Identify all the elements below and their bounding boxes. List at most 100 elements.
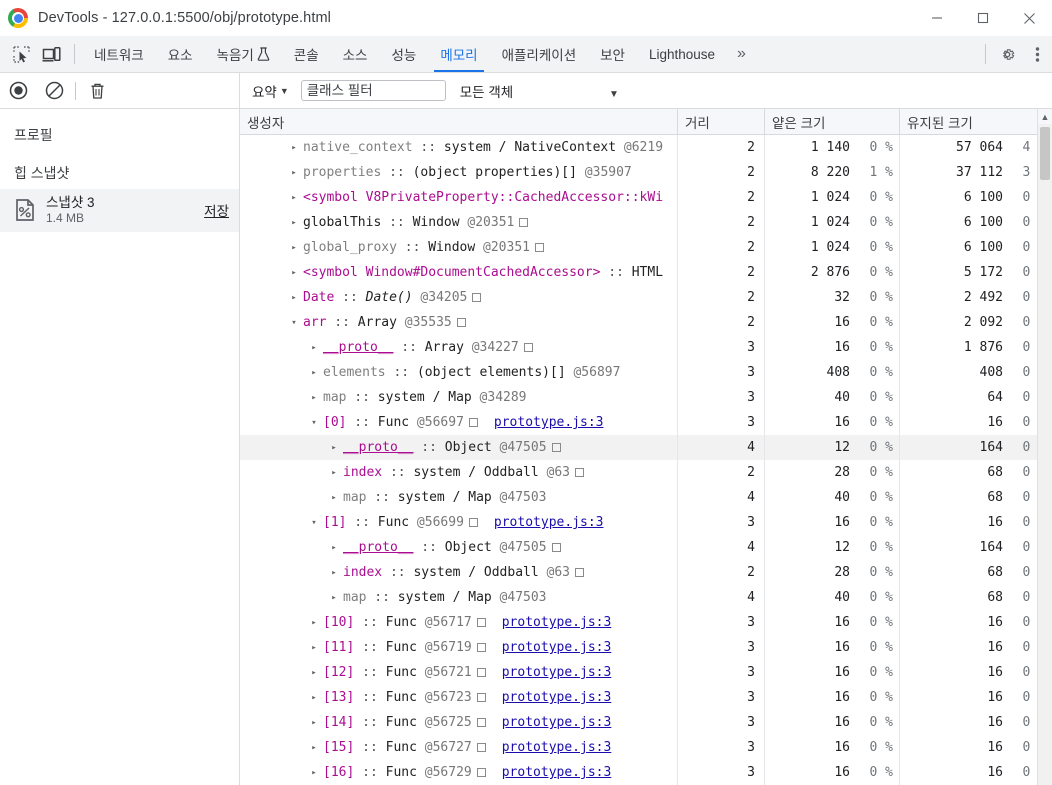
table-row[interactable]: ▸ globalThis :: Window @20351 2 1 024 0 % 6 1… <box>240 210 1052 235</box>
tab-elements[interactable]: 요소 <box>156 36 205 72</box>
tab-memory[interactable]: 메모리 <box>428 36 489 72</box>
vertical-scrollbar[interactable]: ▲ <box>1037 109 1052 785</box>
table-row[interactable]: ▸ __proto__ :: Array @34227 3 16 0 % 1 876 0 % <box>240 335 1052 360</box>
source-link[interactable]: prototype.js:3 <box>502 765 612 780</box>
table-row[interactable]: ▾ arr :: Array @35535 2 16 0 % 2 092 0 % <box>240 310 1052 335</box>
table-row[interactable]: ▸ [16] :: Func @56729 prototype.js:3 3 16 0 %… <box>240 760 1052 785</box>
table-row[interactable]: ▾ [1] :: Func @56699 prototype.js:3 3 16 0 % 1… <box>240 510 1052 535</box>
expand-collapse-icon-closed[interactable]: ▸ <box>328 443 340 453</box>
tab-application[interactable]: 애플리케이션 <box>490 36 589 72</box>
column-header-retained-size[interactable]: 유지된 크기 ▼ <box>900 109 1052 134</box>
expand-collapse-icon-closed[interactable]: ▸ <box>288 168 300 178</box>
table-row[interactable]: ▸ __proto__ :: Object @47505 4 12 0 % 164 0 % <box>240 535 1052 560</box>
expand-collapse-icon-closed[interactable]: ▸ <box>308 393 320 403</box>
expand-collapse-icon-open[interactable]: ▾ <box>308 418 320 428</box>
table-row[interactable]: ▾ [0] :: Func @56697 prototype.js:3 3 16 0 % 1… <box>240 410 1052 435</box>
table-row[interactable]: ▸ index :: system / Oddball @63 2 28 0 % 68 0 … <box>240 560 1052 585</box>
source-link[interactable]: prototype.js:3 <box>502 690 612 705</box>
tab-network[interactable]: 네트워크 <box>82 36 156 72</box>
expand-collapse-icon-closed[interactable]: ▸ <box>308 643 320 653</box>
more-tabs-icon[interactable]: » <box>727 36 752 72</box>
expand-collapse-icon-closed[interactable]: ▸ <box>328 543 340 553</box>
shallow-size-value: 2 876 <box>810 265 850 280</box>
property-name: map <box>323 390 347 405</box>
expand-collapse-icon-closed[interactable]: ▸ <box>288 243 300 253</box>
table-row[interactable]: ▸ [11] :: Func @56719 prototype.js:3 3 16 0 %… <box>240 635 1052 660</box>
table-row[interactable]: ▸ [10] :: Func @56717 prototype.js:3 3 16 0 %… <box>240 610 1052 635</box>
tab-sources[interactable]: 소스 <box>331 36 380 72</box>
record-icon[interactable] <box>0 73 36 109</box>
expand-collapse-icon-closed[interactable]: ▸ <box>308 368 320 378</box>
source-link[interactable]: prototype.js:3 <box>502 715 612 730</box>
table-row[interactable]: ▸ global_proxy :: Window @20351 2 1 024 0 % 6… <box>240 235 1052 260</box>
table-row[interactable]: ▸ [13] :: Func @56723 prototype.js:3 3 16 0 %… <box>240 685 1052 710</box>
expand-collapse-icon-closed[interactable]: ▸ <box>308 693 320 703</box>
table-row[interactable]: ▸ native_context :: system / NativeContex… <box>240 135 1052 160</box>
scrollbar-thumb[interactable] <box>1040 127 1050 180</box>
view-mode-dropdown[interactable]: 요약 ▼ <box>252 81 289 101</box>
maximize-icon[interactable] <box>960 0 1006 36</box>
table-row[interactable]: ▸ properties :: (object properties)[] @35… <box>240 160 1052 185</box>
table-row[interactable]: ▸ __proto__ :: Object @47505 4 12 0 % 164 0 % <box>240 435 1052 460</box>
tab-lighthouse[interactable]: Lighthouse <box>637 36 727 72</box>
expand-collapse-icon-closed[interactable]: ▸ <box>308 718 320 728</box>
expand-collapse-icon-closed[interactable]: ▸ <box>308 618 320 628</box>
expand-collapse-icon-closed[interactable]: ▸ <box>288 293 300 303</box>
expand-collapse-icon-closed[interactable]: ▸ <box>328 568 340 578</box>
table-row[interactable]: ▸ <symbol V8PrivateProperty::CachedAccess… <box>240 185 1052 210</box>
table-row[interactable]: ▸ Date :: Date() @34205 2 32 0 % 2 492 0 % <box>240 285 1052 310</box>
source-link[interactable]: prototype.js:3 <box>494 415 604 430</box>
expand-collapse-icon-closed[interactable]: ▸ <box>288 143 300 153</box>
sidebar-item-snapshot-3[interactable]: 스냅샷 3 1.4 MB 저장 <box>0 189 239 232</box>
source-link[interactable]: prototype.js:3 <box>502 640 612 655</box>
expand-collapse-icon-open[interactable]: ▾ <box>288 318 300 328</box>
table-row[interactable]: ▸ elements :: (object elements)[] @56897 3… <box>240 360 1052 385</box>
source-link[interactable]: prototype.js:3 <box>502 740 612 755</box>
table-row[interactable]: ▸ index :: system / Oddball @63 2 28 0 % 68 0 … <box>240 460 1052 485</box>
expand-collapse-icon-closed[interactable]: ▸ <box>328 468 340 478</box>
tab-console[interactable]: 콘솔 <box>282 36 331 72</box>
tab-security[interactable]: 보안 <box>588 36 637 72</box>
expand-collapse-icon-open[interactable]: ▾ <box>308 518 320 528</box>
source-link[interactable]: prototype.js:3 <box>502 615 612 630</box>
snapshot-save-link[interactable]: 저장 <box>204 200 229 220</box>
stop-clear-icon[interactable] <box>36 73 72 109</box>
inspect-element-icon[interactable] <box>6 36 36 72</box>
table-row[interactable]: ▸ map :: system / Map @34289 3 40 0 % 64 0 % <box>240 385 1052 410</box>
expand-collapse-icon-closed[interactable]: ▸ <box>288 218 300 228</box>
table-row[interactable]: ▸ [14] :: Func @56725 prototype.js:3 3 16 0 %… <box>240 710 1052 735</box>
object-scope-dropdown[interactable]: 모든 객체 ▼ <box>460 81 619 101</box>
expand-collapse-icon-closed[interactable]: ▸ <box>308 668 320 678</box>
close-icon[interactable] <box>1006 0 1052 36</box>
expand-collapse-icon-closed[interactable]: ▸ <box>328 493 340 503</box>
trash-icon[interactable] <box>79 73 115 109</box>
table-row[interactable]: ▸ map :: system / Map @47503 4 40 0 % 68 0 % <box>240 485 1052 510</box>
expand-collapse-icon-closed[interactable]: ▸ <box>308 343 320 353</box>
column-header-shallow-size[interactable]: 얕은 크기 <box>765 109 900 134</box>
tab-performance[interactable]: 성능 <box>379 36 428 72</box>
cell-shallow-size: 32 0 % <box>765 285 900 310</box>
column-header-distance[interactable]: 거리 <box>678 109 765 134</box>
table-row[interactable]: ▸ map :: system / Map @47503 4 40 0 % 68 0 % <box>240 585 1052 610</box>
table-row[interactable]: ▸ [12] :: Func @56721 prototype.js:3 3 16 0 %… <box>240 660 1052 685</box>
cell-distance: 3 <box>678 685 765 710</box>
shallow-size-value: 16 <box>834 765 850 780</box>
gear-icon[interactable] <box>992 36 1022 73</box>
source-link[interactable]: prototype.js:3 <box>494 515 604 530</box>
tab-recorder[interactable]: 녹음기 <box>205 36 282 72</box>
table-row[interactable]: ▸ [15] :: Func @56727 prototype.js:3 3 16 0 %… <box>240 735 1052 760</box>
minimize-icon[interactable] <box>914 0 960 36</box>
table-row[interactable]: ▸ <symbol Window#DocumentCachedAccessor> … <box>240 260 1052 285</box>
column-header-constructor[interactable]: 생성자 <box>240 109 678 134</box>
device-toolbar-icon[interactable] <box>36 36 66 72</box>
separator: :: <box>354 615 386 630</box>
expand-collapse-icon-closed[interactable]: ▸ <box>288 268 300 278</box>
source-link[interactable]: prototype.js:3 <box>502 665 612 680</box>
class-filter-input[interactable] <box>300 80 446 101</box>
expand-collapse-icon-closed[interactable]: ▸ <box>308 768 320 778</box>
more-vertical-icon[interactable] <box>1022 36 1052 73</box>
expand-collapse-icon-closed[interactable]: ▸ <box>308 743 320 753</box>
expand-collapse-icon-closed[interactable]: ▸ <box>288 193 300 203</box>
scroll-up-icon[interactable]: ▲ <box>1038 109 1052 124</box>
expand-collapse-icon-closed[interactable]: ▸ <box>328 593 340 603</box>
